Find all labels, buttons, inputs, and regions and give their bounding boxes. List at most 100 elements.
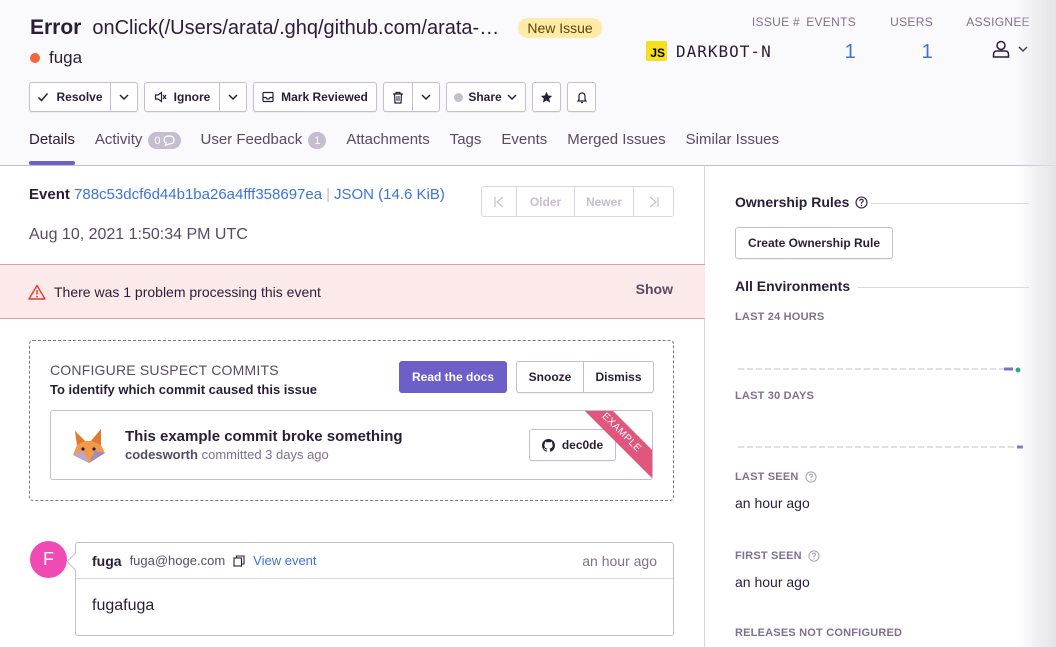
share-button-group: Share	[446, 82, 526, 112]
newest-event-button[interactable]	[634, 187, 673, 216]
tab-activity[interactable]: Activity 0	[95, 131, 181, 165]
issue-header: Error onClick(/Users/arata/.ghq/github.c…	[0, 0, 1056, 166]
fox-avatar-icon	[73, 429, 105, 463]
chevron-down-icon	[421, 94, 431, 101]
issue-number-stat: ISSUE #	[700, 15, 800, 29]
assignee-label: ASSIGNEE	[966, 15, 1030, 29]
star-icon	[540, 91, 553, 103]
oldest-event-button[interactable]	[482, 187, 517, 216]
event-label: Event	[29, 186, 70, 203]
bookmark-button-group	[532, 82, 561, 112]
ignore-button-group: Ignore	[144, 82, 247, 112]
event-id-row: Event 788c53dcf6d44b1ba26a4fff358697ea | J…	[29, 185, 469, 205]
issue-subtitle-row: fuga	[30, 48, 82, 68]
dismiss-button[interactable]: Dismiss	[584, 361, 654, 393]
warning-icon	[28, 284, 46, 300]
ignore-label: Ignore	[173, 90, 211, 104]
separator: |	[326, 186, 330, 203]
events-count: 1	[844, 41, 856, 63]
snooze-dismiss-group: Snooze Dismiss	[516, 361, 654, 393]
issue-actions-toolbar: Resolve Ignore Mark Reviewed Share	[29, 82, 602, 112]
last-page-icon	[649, 196, 659, 207]
note-user: fuga	[92, 552, 122, 569]
newer-event-button[interactable]: Newer	[575, 187, 634, 216]
ownership-rules-title: Ownership Rules	[735, 194, 850, 210]
question-icon[interactable]	[855, 195, 868, 209]
trash-icon	[393, 91, 403, 104]
tab-merged-issues[interactable]: Merged Issues	[567, 131, 665, 165]
inbox-icon	[262, 91, 274, 103]
snooze-button[interactable]: Snooze	[516, 361, 584, 393]
project-badge[interactable]: JS DARKBOT-N	[646, 41, 772, 61]
bell-icon	[576, 91, 587, 103]
events-stat[interactable]: EVENTS 1	[800, 15, 856, 64]
chevron-down-icon	[228, 94, 238, 101]
user-feedback-count: 1	[308, 132, 327, 149]
bookmark-button[interactable]	[532, 82, 561, 112]
alert-show-button[interactable]: Show	[636, 281, 673, 297]
processing-error-alert: There was 1 problem processing this even…	[0, 264, 705, 319]
tab-tags[interactable]: Tags	[450, 131, 482, 165]
issue-tabs: Details Activity 0 User Feedback 1 Attac…	[29, 131, 799, 165]
subscribe-button-group	[567, 82, 596, 112]
copy-icon[interactable]	[233, 554, 245, 567]
suspect-commits-panel: CONFIGURE SUSPECT COMMITS To identify wh…	[29, 340, 674, 501]
divider	[858, 287, 1029, 288]
first-seen-value: an hour ago	[735, 574, 810, 590]
resolve-dropdown-button[interactable]	[111, 82, 138, 112]
tab-attachments[interactable]: Attachments	[346, 131, 429, 165]
mute-icon	[154, 91, 167, 103]
ignore-dropdown-button[interactable]	[220, 82, 247, 112]
event-main-panel: Event 788c53dcf6d44b1ba26a4fff358697ea | J…	[0, 166, 705, 647]
tab-label: Events	[501, 131, 548, 148]
older-event-button[interactable]: Older	[517, 187, 575, 216]
environments-heading: All Environments	[735, 278, 851, 294]
create-ownership-rule-button[interactable]: Create Ownership Rule	[735, 227, 893, 259]
tab-details[interactable]: Details	[29, 131, 75, 165]
event-pager: Older Newer	[481, 186, 674, 217]
event-json-link[interactable]: JSON (14.6 KiB)	[334, 186, 445, 203]
last-30-days-chart[interactable]	[738, 441, 1023, 453]
chevron-down-icon	[507, 94, 517, 101]
first-seen-label-text: FIRST SEEN	[735, 550, 802, 562]
resolve-label: Resolve	[56, 90, 103, 104]
users-stat[interactable]: USERS 1	[880, 15, 933, 64]
share-status-dot	[454, 92, 464, 102]
tab-events[interactable]: Events	[501, 131, 547, 165]
last-seen-label-text: LAST SEEN	[735, 471, 799, 483]
tab-similar-issues[interactable]: Similar Issues	[686, 131, 779, 165]
subscribe-button[interactable]	[567, 82, 596, 112]
mark-reviewed-button[interactable]: Mark Reviewed	[253, 82, 377, 112]
issue-sidebar: Ownership Rules Create Ownership Rule Al…	[705, 166, 1056, 647]
question-icon[interactable]	[804, 471, 817, 483]
example-commit-meta: codesworth committed 3 days ago	[125, 447, 329, 462]
read-docs-button[interactable]: Read the docs	[399, 361, 507, 393]
resolve-button[interactable]: Resolve	[29, 82, 111, 112]
divider	[871, 203, 1029, 204]
last-24-hours-chart[interactable]	[738, 362, 1023, 374]
new-issue-badge: New Issue	[518, 18, 602, 38]
issue-subtitle: fuga	[49, 48, 83, 67]
assignee-selector[interactable]	[965, 39, 1030, 59]
commit-author: codesworth	[125, 447, 198, 462]
tab-label: User Feedback	[200, 131, 303, 148]
delete-button[interactable]	[383, 82, 413, 112]
ownership-rules-heading: Ownership Rules	[735, 194, 868, 210]
share-button[interactable]: Share	[446, 82, 526, 112]
tab-user-feedback[interactable]: User Feedback 1	[201, 131, 327, 165]
users-label: USERS	[890, 15, 933, 29]
activity-count: 0	[154, 134, 161, 147]
commit-hash-button[interactable]: dec0de	[529, 429, 616, 461]
ignore-button[interactable]: Ignore	[144, 82, 220, 112]
comment-icon	[162, 135, 175, 146]
event-id-link[interactable]: 788c53dcf6d44b1ba26a4fff358697ea	[74, 186, 322, 203]
view-event-link[interactable]: View event	[253, 553, 316, 568]
note-time: an hour ago	[582, 552, 657, 569]
delete-dropdown-button[interactable]	[413, 82, 440, 112]
level-indicator-icon	[30, 53, 40, 63]
question-icon[interactable]	[808, 550, 820, 562]
suspect-commits-title: CONFIGURE SUSPECT COMMITS	[50, 362, 279, 378]
error-type: Error	[30, 16, 82, 39]
tab-label: Activity	[94, 131, 143, 148]
commit-time: committed 3 days ago	[201, 447, 329, 462]
